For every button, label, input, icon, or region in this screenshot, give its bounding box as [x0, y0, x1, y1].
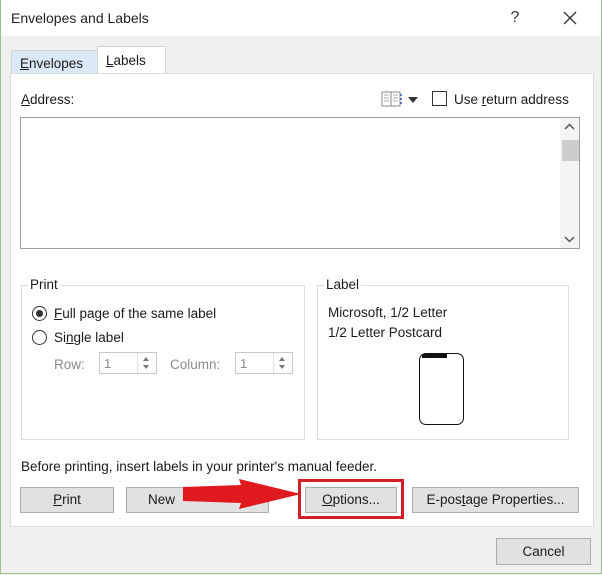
address-book-icon[interactable] [381, 91, 403, 107]
epostage-properties-button[interactable]: E-postage Properties... [412, 487, 579, 513]
single-label-pre: Si [54, 330, 67, 345]
tab-envelopes[interactable]: Envelopes [11, 50, 106, 75]
row-label: Row: [54, 357, 85, 372]
print-group: Print Full page of the same label Single… [21, 277, 305, 440]
column-label: Column: [170, 357, 221, 372]
dialog-title: Envelopes and Labels [11, 10, 149, 26]
address-mnemonic: A [21, 92, 31, 107]
tab-envelopes-mnemonic: E [20, 56, 30, 71]
address-scrollbar[interactable] [560, 118, 579, 248]
help-button[interactable]: ? [503, 6, 527, 30]
scroll-down-button[interactable] [560, 230, 579, 248]
labels-panel: Address: Use return address Print Full p… [10, 73, 594, 527]
column-value: 1 [240, 356, 248, 371]
column-spinner[interactable]: 1 [235, 352, 293, 374]
label-group[interactable]: Label Microsoft, 1/2 Letter 1/2 Letter P… [317, 277, 569, 440]
tab-labels[interactable]: Labels [97, 46, 166, 75]
full-page-label[interactable]: Full page of the same label [54, 306, 216, 321]
spin-up-icon[interactable] [143, 357, 149, 361]
address-book-dropdown-icon[interactable] [408, 97, 418, 103]
title-bar: Envelopes and Labels ? [1, 0, 601, 36]
single-label-radio[interactable] [32, 330, 47, 345]
tab-labels-label: abels [113, 53, 146, 68]
cancel-button[interactable]: Cancel [496, 538, 591, 565]
chevron-up-icon [564, 123, 575, 130]
options-highlight-box [298, 479, 404, 519]
row-spinner-buttons[interactable] [137, 353, 156, 373]
printer-note: Before printing, insert labels in your p… [21, 459, 378, 474]
close-button[interactable] [557, 5, 583, 31]
spin-up-icon[interactable] [279, 357, 285, 361]
print-button[interactable]: Print [20, 487, 114, 513]
use-return-address-pre: Use [454, 92, 482, 107]
single-label-text: gle label [73, 330, 124, 345]
address-label: Address: [21, 92, 74, 107]
label-preview-bar [422, 354, 447, 358]
column-spinner-buttons[interactable] [273, 353, 292, 373]
scroll-thumb[interactable] [562, 140, 579, 161]
epostage-post: age Properties... [465, 492, 565, 507]
label-product: 1/2 Letter Postcard [328, 325, 443, 340]
scroll-up-button[interactable] [560, 118, 579, 136]
row-value: 1 [104, 356, 112, 371]
use-return-address-label[interactable]: Use return address [454, 92, 569, 107]
red-arrow-annotation-icon [183, 479, 301, 509]
tab-labels-mnemonic: L [106, 53, 114, 68]
address-input[interactable] [20, 117, 580, 249]
print-mnemonic: P [53, 492, 63, 507]
use-return-address-post: eturn address [486, 92, 569, 107]
label-preview-icon[interactable] [419, 353, 464, 425]
tab-envelopes-label: nvelopes [29, 56, 84, 71]
use-return-address-checkbox[interactable] [432, 91, 447, 106]
epostage-pre: E-pos [426, 492, 462, 507]
full-page-text: ull page of the same label [62, 306, 217, 321]
single-label-label[interactable]: Single label [54, 330, 124, 345]
envelopes-and-labels-dialog: Envelopes and Labels ? Envelopes Labels … [0, 0, 602, 574]
single-label-mnemonic: n [66, 330, 74, 345]
label-vendor: Microsoft, 1/2 Letter [328, 305, 448, 320]
close-icon [563, 11, 577, 25]
new-document-label: New [148, 492, 176, 507]
spin-down-icon[interactable] [279, 365, 285, 369]
chevron-down-icon [564, 236, 575, 243]
address-label-text: ddress: [30, 92, 75, 107]
row-spinner[interactable]: 1 [99, 352, 157, 374]
radio-selected-dot [36, 310, 43, 317]
label-group-title: Label [324, 277, 362, 292]
print-group-title: Print [28, 277, 60, 292]
full-page-mnemonic: F [54, 306, 63, 321]
address-book-glyph [381, 91, 402, 107]
spin-down-icon[interactable] [143, 365, 149, 369]
print-label: rint [62, 492, 81, 507]
full-page-radio[interactable] [32, 306, 47, 321]
